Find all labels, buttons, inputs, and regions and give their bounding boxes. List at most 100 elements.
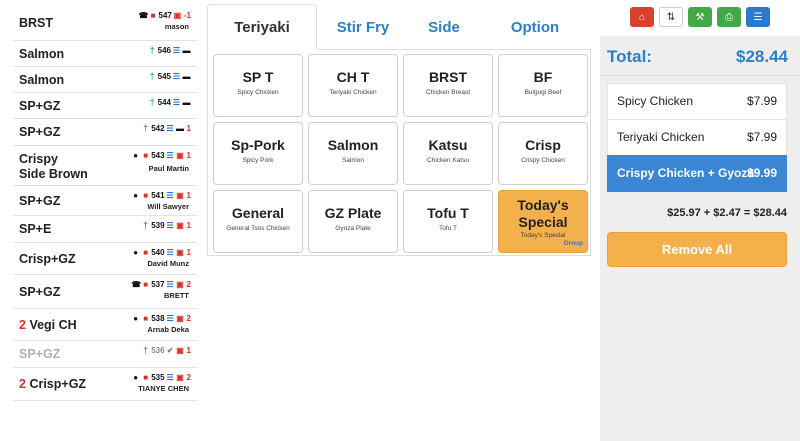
tab-teriyaki[interactable]: Teriyaki — [207, 4, 317, 50]
menu-item[interactable]: GZ Plate Gyoza Plate — [308, 190, 398, 253]
menu-grid: SP T Spicy Chicken CH T Teriyaki Chicken BRS… — [207, 49, 591, 256]
order-row[interactable]: SP+GZ † 544 ☰ ▬ — [13, 93, 197, 119]
customer-name: David Munz — [147, 259, 189, 268]
order-list: BRST ☎ ■ 547 ▣ -1 mason Salmon † 546 ☰ ▬ Salmon † 545 ☰… — [13, 6, 197, 401]
cart-item[interactable]: Spicy Chicken $7.99 — [607, 83, 787, 120]
print-button[interactable]: ⎙ — [717, 7, 741, 27]
order-row[interactable]: Salmon † 546 ☰ ▬ — [13, 41, 197, 67]
cart-item-price: $9.99 — [746, 166, 777, 180]
order-meta: † 546 ☰ ▬ — [148, 45, 191, 56]
order-row[interactable]: BRST ☎ ■ 547 ▣ -1 mason — [13, 6, 197, 41]
customer-name: Will Sawyer — [147, 202, 189, 211]
order-meta: † 539 ☰ ▣ 1 — [141, 221, 191, 231]
remove-all-button[interactable]: Remove All — [607, 232, 787, 267]
order-name: Crispy Side Brown — [19, 152, 88, 182]
order-number: 545 — [157, 72, 171, 81]
customer-name: mason — [164, 22, 189, 31]
menu-item[interactable]: Sp-Pork Spicy Pork — [213, 122, 303, 185]
order-meta: ● ■ 543 ☰ ▣ 1 — [131, 151, 191, 160]
total-row: Total: $28.44 — [600, 36, 800, 76]
bell-icon: ▣ — [176, 151, 184, 160]
walk-in-icon: † — [149, 45, 155, 55]
order-name: SP+GZ — [19, 285, 60, 300]
list-icon: ☰ — [166, 373, 174, 382]
menu-item-code: GZ Plate — [324, 205, 382, 221]
list-icon: ☰ — [166, 280, 174, 289]
globe-icon: ● — [133, 248, 139, 257]
order-meta: † 545 ☰ ▬ — [148, 72, 191, 82]
order-row[interactable]: 2 Crisp+GZ ● ■ 535 ☰ ▣ 2 TIANYE CHEN — [13, 368, 197, 401]
list-button[interactable]: ☰ — [746, 7, 770, 27]
menu-item-code: Salmon — [327, 137, 379, 153]
cart-item-name: Teriyaki Chicken — [617, 130, 705, 144]
customer-name: Arnab Deka — [147, 325, 189, 334]
menu-item[interactable]: Salmon Salmon — [308, 122, 398, 185]
order-count: 1 — [186, 191, 191, 200]
menu-item[interactable]: BRST Chicken Breast — [403, 54, 493, 117]
order-number: 538 — [151, 314, 165, 323]
bag-icon: ■ — [143, 191, 149, 200]
order-row[interactable]: SP+GZ ☎ ■ 537 ☰ ▣ 2 BRETT — [13, 275, 197, 309]
order-item-label: Crisp+GZ — [29, 377, 87, 391]
order-number: 547 — [158, 11, 172, 20]
customer-name: Paul Martin — [148, 164, 189, 173]
order-row[interactable]: SP+GZ † 536 ✔ ▣ 1 — [13, 341, 197, 368]
list-icon: ☰ — [166, 314, 174, 323]
order-meta: † 536 ✔ ▣ 1 — [141, 345, 191, 356]
order-row[interactable]: 2 Vegi CH ● ■ 538 ☰ ▣ 2 Arnab Deka — [13, 309, 197, 341]
menu-item-code: Today's Special — [517, 197, 569, 230]
group-link[interactable]: Group — [564, 240, 584, 247]
order-row[interactable]: Crisp+GZ ● ■ 540 ☰ ▣ 1 David Munz — [13, 243, 197, 275]
order-meta: ● ■ 538 ☰ ▣ 2 — [131, 314, 191, 323]
menu-item[interactable]: BF Bulgogi Beef — [498, 54, 588, 117]
walk-in-icon: † — [143, 345, 149, 355]
order-item-label: SP+GZ — [19, 194, 61, 208]
sort-button[interactable]: ⇅ — [659, 7, 683, 27]
order-row[interactable]: SP+GZ ● ■ 541 ☰ ▣ 1 Will Sawyer — [13, 186, 197, 216]
tab-side[interactable]: Side — [409, 4, 479, 50]
order-number: 535 — [151, 373, 165, 382]
cart-item-name: Spicy Chicken — [617, 94, 694, 108]
menu-item[interactable]: Tofu T Tofu T — [403, 190, 493, 253]
order-quantity: 2 — [19, 377, 26, 391]
phone-icon: ☎ — [138, 11, 149, 20]
cart-item[interactable]: Teriyaki Chicken $7.99 — [607, 119, 787, 156]
print-icon: ⎙ — [725, 11, 733, 23]
order-meta: ● ■ 540 ☰ ▣ 1 — [131, 248, 191, 257]
card-icon: ▬ — [182, 72, 191, 81]
cart-list: Spicy Chicken $7.99 Teriyaki Chicken $7.99 C… — [607, 83, 787, 192]
cart-item-name: Crispy Chicken + Gyoza — [617, 166, 755, 180]
menu-item[interactable]: Katsu Chicken Katsu — [403, 122, 493, 185]
order-item-label: Salmon — [19, 47, 65, 61]
order-number: 543 — [151, 151, 165, 160]
menu-item-description: Today's Special — [520, 232, 566, 239]
order-count: 2 — [186, 280, 191, 289]
walk-in-icon: † — [143, 123, 149, 133]
order-name: SP+GZ — [19, 99, 60, 114]
menu-item[interactable]: Today's Special Today's Special Group — [498, 190, 588, 253]
home-button[interactable]: ⌂ — [630, 7, 654, 27]
order-item-label: SP+GZ — [19, 99, 61, 113]
cart-item[interactable]: Crispy Chicken + Gyoza $9.99 — [607, 155, 787, 192]
order-item-label: Crisp+GZ — [19, 252, 76, 266]
tab-stir-fry[interactable]: Stir Fry — [317, 4, 409, 50]
order-row[interactable]: Crispy Side Brown ● ■ 543 ☰ ▣ 1 Paul Martin — [13, 146, 197, 186]
order-row[interactable]: SP+GZ † 542 ☰ ▬ 1 — [13, 119, 197, 146]
menu-item[interactable]: General General Tsos Chicken — [213, 190, 303, 253]
menu-item[interactable]: Crisp Crispy Chicken — [498, 122, 588, 185]
menu-item-description: Spicy Pork — [242, 157, 274, 164]
menu-item-description: Chicken Breast — [425, 89, 471, 96]
total-label: Total: — [607, 47, 653, 66]
settings-button[interactable]: ⚒ — [688, 7, 712, 27]
tab-option[interactable]: Option — [479, 4, 591, 50]
order-row[interactable]: Salmon † 545 ☰ ▬ — [13, 67, 197, 93]
menu-item[interactable]: CH T Teriyaki Chicken — [308, 54, 398, 117]
order-row[interactable]: SP+E † 539 ☰ ▣ 1 — [13, 216, 197, 243]
globe-icon: ● — [133, 373, 139, 382]
menu-item[interactable]: SP T Spicy Chicken — [213, 54, 303, 117]
bag-icon: ■ — [143, 151, 149, 160]
list-icon: ☰ — [172, 98, 181, 107]
bell-icon: ▣ — [176, 373, 184, 382]
order-meta: † 544 ☰ ▬ — [148, 98, 191, 108]
order-item-label: SP+GZ — [19, 125, 61, 139]
